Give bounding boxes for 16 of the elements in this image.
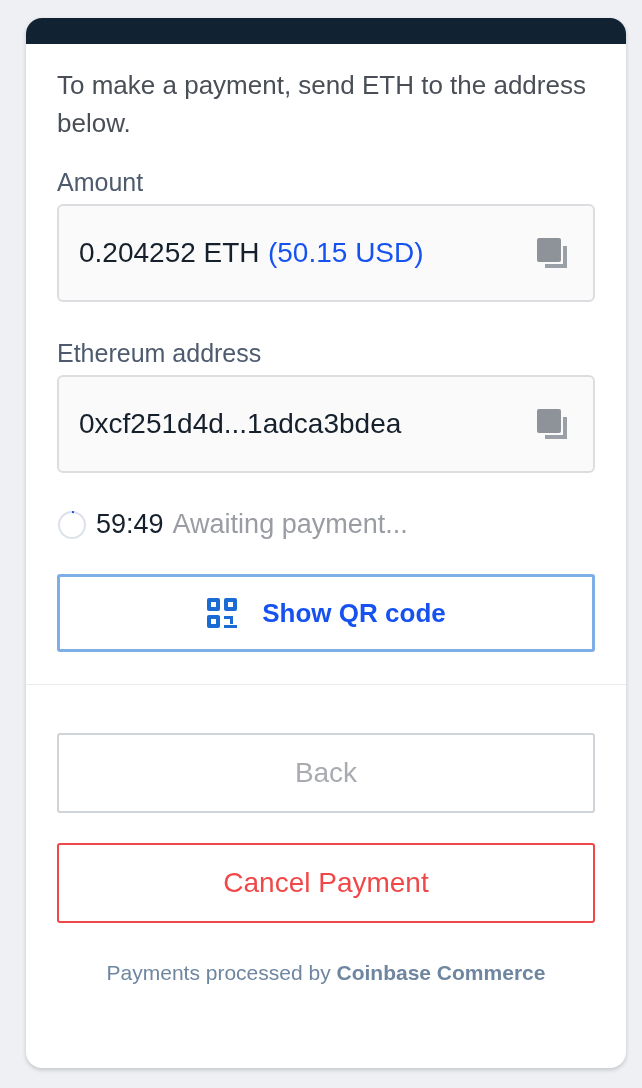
readonly-field[interactable]: 0xcf251d4d...1adca3bdea [57, 375, 595, 473]
show-qr-button[interactable]: Show QR code [57, 574, 595, 652]
copy-icon[interactable] [535, 407, 569, 441]
status-message: Awaiting payment... [172, 509, 408, 540]
field-label: Ethereum address [57, 338, 263, 369]
instruction-text: To make a payment, send ETH to the address below. [57, 69, 587, 140]
field-value: 0.204252 ETH (50.15 USD) [79, 237, 424, 269]
field-value: 0xcf251d4d...1adca3bdea [79, 408, 402, 440]
cancel-button[interactable]: Cancel Payment [57, 843, 595, 923]
countdown-timer: 59:49 [96, 509, 164, 540]
copy-icon[interactable] [535, 236, 569, 270]
qr-code-icon [206, 597, 239, 629]
readonly-field[interactable]: 0.204252 ETH (50.15 USD) [57, 204, 595, 302]
spinner-icon [57, 509, 87, 540]
field-label: Amount [57, 167, 145, 198]
footer-text: Payments processed by Coinbase Commerce [105, 961, 547, 985]
